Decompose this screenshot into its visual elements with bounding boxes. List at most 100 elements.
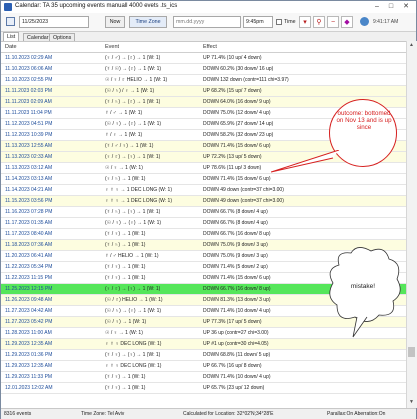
cell-effect: DOWN 71.4% (15 down/ 6 up) [203, 176, 271, 182]
time-input[interactable]: 9:45pm [243, 16, 273, 28]
cell-date: 11.20.2023 06:41 AM [5, 253, 53, 259]
color-icon[interactable]: ◆ [341, 16, 353, 28]
cell-effect: DOWN 81.3% (13 down/ 3 up) [203, 297, 271, 303]
cell-event: (☉ / ♄) → (♀) → 1 (W: 1) [105, 308, 162, 314]
table-row[interactable]: 11.11.2023 02:03 PM (☉ / ♄) / ♀ → 1 (W: 1… [1, 86, 406, 97]
scroll-up-icon[interactable]: ▲ [408, 42, 415, 49]
cell-date: 11.25.2023 12:15 PM [5, 286, 53, 292]
cell-event: ☉ / ♀ / ♇ HELIO → 1 (W: 1) [105, 77, 168, 83]
table-row[interactable]: 11.17.2023 08:40 AM (☿ / ♀) → 1 (W: 1) DOW… [1, 229, 406, 240]
cell-date: 11.18.2023 07:36 AM [5, 242, 53, 248]
cell-date: 11.28.2023 11:00 AM [5, 330, 52, 336]
pin-icon[interactable]: ▾ [299, 16, 311, 28]
app-window: Calendar: TA 35 upcoming events manuall … [0, 0, 417, 419]
cell-event: ♀ ☿ ♀ → 1 DEC LONG (W: 1) [105, 198, 172, 204]
cell-effect: DOWN 66.7% (16 down/ 8 up) [203, 286, 271, 292]
cell-effect: DOWN 66.7% (8 down/ 4 up) [203, 209, 268, 215]
table-row[interactable]: 11.29.2023 12:35 AM ♀ ☿ ♀ DEC LONG (W: 1)… [1, 361, 406, 372]
cell-effect: DOWN 71.4% (10 down/ 4 up) [203, 374, 271, 380]
now-button[interactable]: Now [105, 16, 125, 28]
cell-event: (☿ / ♄) → (♇) → 1 (W: 1) [105, 99, 161, 105]
cell-event: ☿ / ♂ → 1 (W: 1) [105, 110, 143, 116]
table-row[interactable]: 11.16.2023 07:28 PM (☿ / ♄) → (♀) → 1 (W:… [1, 207, 406, 218]
cell-effect: UP 65.7% (23 up/ 12 down) [203, 385, 265, 391]
cell-event: (☿ / ♀) → (♀) → 1 (W: 1) [105, 352, 161, 358]
table-row[interactable]: 11.10.2023 02:29 AM (♀ / ♂) → (♇) → 1 (W:… [1, 53, 406, 64]
zoom-out-icon[interactable]: − [327, 16, 339, 28]
cell-effect: UP 72.2% (13 up/ 5 down) [203, 154, 262, 160]
cell-date: 11.10.2023 02:55 PM [5, 77, 53, 83]
cell-event: ☿ / ♂ HELIO → 1 (W: 1) [105, 253, 159, 259]
cell-effect: DOWN 60.2% (30 down/ 16 up) [203, 66, 274, 72]
status-parallax: Parallax:On Aberration:On [327, 411, 386, 417]
cell-date: 11.29.2023 11:33 PM [5, 374, 53, 380]
cell-event: (☿ / ☉) → (♇) → 1 (W: 1) [105, 66, 162, 72]
cell-date: 11.12.2023 10:39 PM [5, 132, 53, 138]
cell-effect: DOWN 71.4% (15 down/ 6 up) [203, 143, 271, 149]
calendar-icon[interactable] [5, 16, 17, 28]
time-checkbox[interactable] [276, 19, 282, 25]
cell-date: 11.17.2023 01:35 AM [5, 220, 53, 226]
date-input[interactable]: mm.dd.yyyy [173, 16, 241, 28]
scroll-thumb[interactable] [408, 347, 415, 357]
scroll-down-icon[interactable]: ▼ [408, 399, 415, 406]
cell-effect: DOWN 49 down (contr=37 chi=3.00) [203, 187, 284, 193]
table-row[interactable]: 12.01.2023 12:02 AM (☿ / ♀) → 1 (W: 1) UP … [1, 383, 406, 394]
cell-effect: DOWN 65.9% (27 down/ 14 up) [203, 121, 274, 127]
cell-effect: UP 77.3% (17 up/ 5 down) [203, 319, 262, 325]
cell-event: (☿ / ♀) → 1 (W: 1) [105, 385, 146, 391]
cell-event: ☉ / ♀ → 1 (W: 1) [105, 165, 143, 171]
date-picker-value: 11/25/2023 [22, 19, 49, 25]
table-row[interactable]: 11.29.2023 12:35 AM ♀ ☿ ♀ DEC LONG (W: 1)… [1, 339, 406, 350]
table-header: Date Event Effect [1, 42, 406, 53]
table-row[interactable]: 11.29.2023 01:36 PM (☿ / ♀) → (♀) → 1 (W:… [1, 350, 406, 361]
table-row[interactable]: 11.14.2023 04:21 AM ♀ ☿ ♀ → 1 DEC LONG (W… [1, 185, 406, 196]
cell-effect: DOWN 64.0% (16 down/ 9 up) [203, 99, 271, 105]
column-header-event[interactable]: Event [105, 44, 119, 50]
column-header-effect[interactable]: Effect [203, 44, 217, 50]
table-row[interactable]: 11.29.2023 11:33 PM (☿ / ♀) → 1 (W: 1) DOW… [1, 372, 406, 383]
cell-event: (☿ / ♄) → (♀) → 1 (W: 1) [105, 209, 161, 215]
table-row[interactable]: 11.10.2023 02:55 PM ☉ / ♀ / ♇ HELIO → 1 (… [1, 75, 406, 86]
cell-date: 12.01.2023 12:02 AM [5, 385, 53, 391]
magnify-icon[interactable]: ⚲ [313, 16, 325, 28]
cell-event: (☉ / ♇) HELIO → 1 (W: 1) [105, 297, 163, 303]
minimize-button[interactable]: – [371, 2, 383, 12]
cell-event: (☿ / ♀) → 1 (W: 1) [105, 231, 146, 237]
date-picker[interactable]: 11/25/2023 [19, 16, 89, 28]
cell-effect: UP #1 up (contr=30 chi=4.05) [203, 341, 269, 347]
cell-date: 11.11.2023 02:09 AM [5, 99, 52, 105]
cell-effect: DOWN 58.2% (32 down/ 23 up) [203, 132, 274, 138]
column-header-date[interactable]: Date [5, 44, 17, 50]
annotation-pointer [271, 150, 340, 173]
cell-date: 11.13.2023 03:12 AM [5, 165, 53, 171]
table-row[interactable]: 11.15.2023 03:56 PM ♀ ☿ ♀ → 1 DEC LONG (W… [1, 196, 406, 207]
cell-date: 11.17.2023 08:40 AM [5, 231, 53, 237]
cell-date: 11.11.2023 02:03 PM [5, 88, 53, 94]
cell-event: (☿ / ♀) → 1 (W: 1) [105, 275, 146, 281]
status-bar: 8316 events Time Zone: Tel Aviv Calculat… [1, 408, 416, 419]
cell-date: 11.29.2023 01:36 PM [5, 352, 53, 358]
clock-icon [360, 17, 369, 26]
cell-effect: UP 66.7% (16 up/ 8 down) [203, 363, 262, 369]
maximize-button[interactable]: □ [385, 2, 397, 12]
table-row[interactable]: 11.10.2023 06:06 AM (☿ / ☉) → (♇) → 1 (W:… [1, 64, 406, 75]
app-icon [4, 3, 12, 11]
cell-effect: DOWN 75.0% (12 down/ 4 up) [203, 110, 271, 116]
cell-date: 11.13.2023 12:55 AM [5, 143, 53, 149]
cell-event: (☉ / ♀) → (♀) → 1 (W: 1) [105, 220, 162, 226]
status-event-count: 8316 events [4, 411, 32, 417]
close-button[interactable]: ✕ [400, 2, 412, 12]
cell-date: 11.27.2023 05:42 PM [5, 319, 53, 325]
vertical-scrollbar[interactable]: ▲ ▼ [406, 41, 417, 408]
cell-effect: DOWN 75.0% (9 down/ 3 up) [203, 253, 268, 259]
annotation-note-outcome-text: outcome: bottomed on Nov 13 and is up si… [336, 110, 392, 131]
timezone-button[interactable]: Time Zone [129, 16, 167, 28]
cell-date: 11.13.2023 02:33 AM [5, 154, 53, 160]
cell-date: 11.10.2023 02:29 AM [5, 55, 53, 61]
cell-date: 11.29.2023 12:35 AM [5, 341, 53, 347]
cell-event: ♀ ☿ ♀ → 1 DEC LONG (W: 1) [105, 187, 172, 193]
annotation-cloud-text: mistake! [350, 283, 376, 290]
table-row[interactable]: 11.17.2023 01:35 AM (☉ / ♀) → (♀) → 1 (W:… [1, 218, 406, 229]
cell-date: 11.29.2023 12:35 AM [5, 363, 53, 369]
